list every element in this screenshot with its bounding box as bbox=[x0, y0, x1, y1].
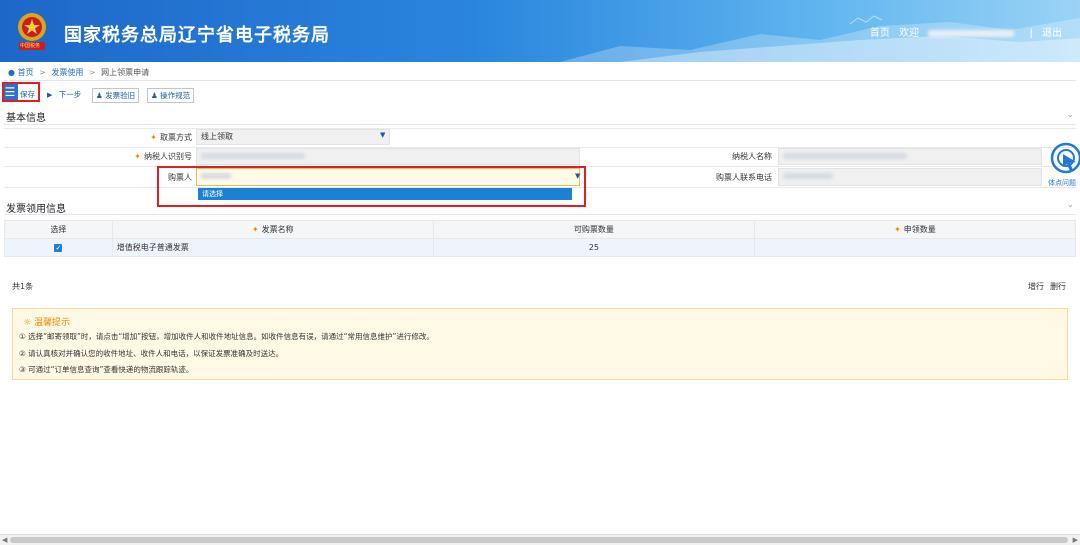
invoice-table: 选择 ✦ 发票名称 可购票数量 ✦ 申领数量 ✓ 增值税电子普通发票 25 bbox=[4, 220, 1077, 257]
taxpayer-name-redacted bbox=[783, 152, 907, 159]
receive-method-label: ✦ 取票方式 bbox=[110, 132, 192, 143]
buyer-highlight-frame bbox=[157, 166, 586, 207]
checkbox-checked-icon[interactable]: ✓ bbox=[54, 244, 63, 252]
site-title: 国家税务总局辽宁省电子税务局 bbox=[64, 25, 330, 46]
guide-label: 操作规范 bbox=[160, 91, 191, 100]
taxpayer-name-label-text: 纳税人名称 bbox=[732, 152, 772, 161]
ticket-back-label: 发票验旧 bbox=[105, 91, 136, 100]
required-mark: ✦ bbox=[251, 225, 259, 234]
guide-button[interactable]: ♟ 操作规范 bbox=[147, 88, 195, 103]
top-header: 中国税务 国家税务总局辽宁省电子税务局 首页 欢迎 | 退出 bbox=[0, 0, 1080, 62]
users-icon: ♟ bbox=[151, 91, 158, 100]
column-header-available: 可购票数量 bbox=[432, 220, 755, 239]
invoice-name-cell: 增值税电子普通发票 bbox=[111, 238, 434, 257]
dropdown-arrow-icon[interactable]: ▼ bbox=[380, 131, 385, 139]
play-icon: ▶ bbox=[47, 91, 53, 99]
float-help-button[interactable]: 体点问题 bbox=[1046, 140, 1080, 188]
breadcrumb: ● 首页 > 发票使用 > 网上领票申请 bbox=[8, 67, 149, 78]
buyer-phone-label-text: 购票人联系电话 bbox=[716, 173, 772, 182]
lightbulb-icon: ☼ bbox=[23, 318, 32, 328]
column-header-apply-text: 申领数量 bbox=[903, 225, 936, 234]
taxpayer-id-label: ✦ 纳税人识别号 bbox=[110, 151, 192, 162]
apply-count-cell[interactable] bbox=[753, 238, 1077, 257]
add-row-button[interactable]: 增行 bbox=[1028, 281, 1044, 292]
breadcrumb-current: 网上领票申请 bbox=[101, 68, 150, 77]
scroll-thumb[interactable] bbox=[10, 537, 1068, 543]
tip-line: ② 请认真核对并确认您的收件地址、收件人和电话，以保证发票准确及时送达。 bbox=[19, 349, 284, 358]
available-count-cell: 25 bbox=[432, 238, 755, 257]
chevron-down-icon[interactable]: ⌄ bbox=[1066, 110, 1074, 120]
buyer-phone-redacted bbox=[783, 172, 833, 179]
required-mark: ✦ bbox=[894, 225, 901, 234]
chevron-down-icon[interactable]: ⌄ bbox=[1066, 200, 1074, 210]
logout-link[interactable]: 退出 bbox=[1042, 28, 1062, 39]
required-mark: ✦ bbox=[134, 152, 141, 161]
row-checkbox[interactable]: ✓ bbox=[4, 238, 113, 257]
taxpayer-id-redacted bbox=[201, 152, 305, 159]
nav-separator: | bbox=[1029, 28, 1033, 39]
taxpayer-name-field bbox=[778, 148, 1042, 165]
taxpayer-id-field bbox=[196, 148, 580, 165]
user-name-redacted bbox=[928, 29, 1015, 37]
breadcrumb-invoice-use[interactable]: 发票使用 bbox=[51, 68, 83, 77]
divider bbox=[4, 214, 1076, 215]
breadcrumb-separator: > bbox=[88, 68, 96, 77]
tax-emblem-icon: 中国税务 bbox=[16, 10, 48, 52]
tips-box: ☼ 温馨提示 ① 选择“邮寄领取”时，请点击“增加”按钮，增加收件人和收件地址信… bbox=[12, 308, 1068, 380]
emblem-text: 中国税务 bbox=[20, 43, 41, 49]
basic-info-title: 基本信息 bbox=[6, 113, 46, 124]
taxpayer-id-label-text: 纳税人识别号 bbox=[144, 152, 192, 161]
location-pin-icon: ● bbox=[8, 68, 15, 77]
ticket-back-button[interactable]: ♟ 发票验旧 bbox=[92, 88, 140, 103]
nav-home-link[interactable]: 首页 bbox=[870, 28, 890, 39]
receive-method-select[interactable]: 线上领取 bbox=[196, 129, 390, 145]
buyer-phone-label: 购票人联系电话 bbox=[690, 172, 772, 183]
column-header-select: 选择 bbox=[4, 220, 113, 239]
grid-row bbox=[4, 128, 1076, 129]
taxpayer-name-label: 纳税人名称 bbox=[690, 151, 772, 162]
float-help-label: 体点问题 bbox=[1048, 179, 1076, 187]
delete-row-button[interactable]: 删行 bbox=[1050, 281, 1066, 292]
breadcrumb-separator: > bbox=[39, 68, 46, 77]
table-header-row: 选择 ✦ 发票名称 可购票数量 ✦ 申领数量 bbox=[4, 220, 1077, 239]
divider bbox=[4, 124, 1076, 125]
nav-welcome-text: 欢迎 bbox=[899, 28, 920, 39]
breadcrumb-home[interactable]: 首页 bbox=[18, 68, 34, 77]
horizontal-scrollbar[interactable]: ◀ ▶ bbox=[0, 534, 1080, 545]
tips-title: ☼ 温馨提示 bbox=[23, 315, 70, 328]
tips-title-text: 温馨提示 bbox=[33, 318, 70, 328]
save-highlight-frame bbox=[2, 82, 40, 102]
column-header-apply: ✦ 申领数量 bbox=[753, 220, 1077, 239]
tip-line: ① 选择“邮寄领取”时，请点击“增加”按钮，增加收件人和收件地址信息。如收件信息… bbox=[19, 332, 434, 341]
next-step-button[interactable]: ▶ 下一步 bbox=[44, 88, 85, 101]
buyer-phone-field bbox=[778, 168, 1042, 186]
invoice-section-title: 发票领用信息 bbox=[6, 204, 66, 215]
divider bbox=[4, 80, 1076, 81]
column-header-invoice-name: ✦ 发票名称 bbox=[111, 220, 434, 239]
top-nav: 首页 欢迎 | 退出 bbox=[864, 24, 1062, 39]
toolbar: 保存 ▶ 下一步 ♟ 发票验旧 ♟ 操作规范 bbox=[0, 86, 1080, 104]
column-header-invoice-name-text: 发票名称 bbox=[261, 225, 294, 234]
tip-line: ③ 可通过“订单信息查询”查看快递的物流跟踪轨迹。 bbox=[19, 365, 194, 374]
receive-method-label-text: 取票方式 bbox=[160, 133, 192, 142]
next-step-label: 下一步 bbox=[58, 90, 82, 99]
receive-method-value: 线上领取 bbox=[201, 132, 233, 141]
table-row: ✓ 增值税电子普通发票 25 bbox=[4, 238, 1077, 257]
cursor-click-icon bbox=[1050, 142, 1080, 174]
total-count: 共1条 bbox=[12, 282, 34, 291]
users-icon: ♟ bbox=[96, 91, 103, 100]
required-mark: ✦ bbox=[150, 133, 157, 142]
